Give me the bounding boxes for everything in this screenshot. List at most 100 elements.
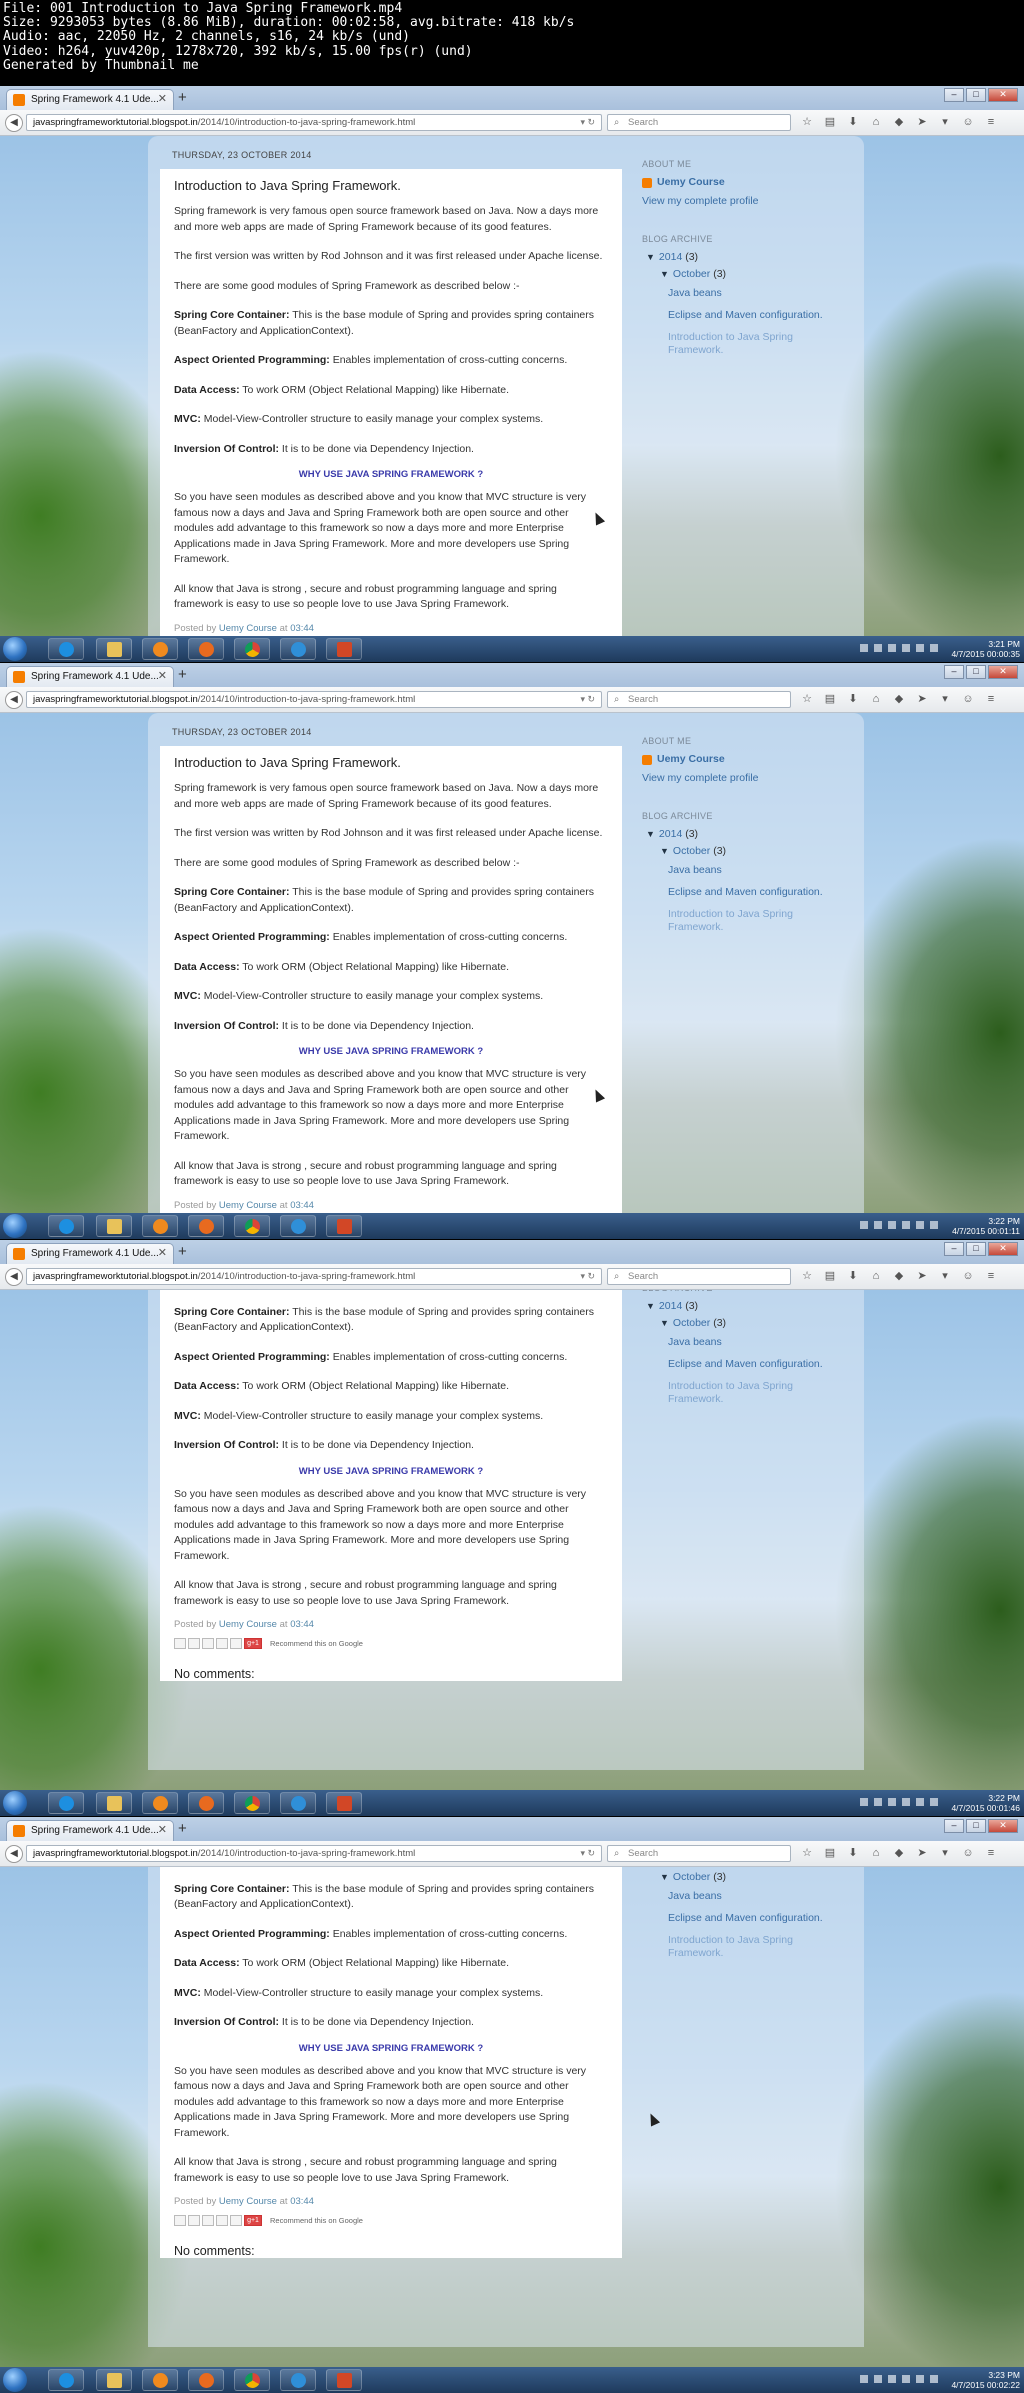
back-button[interactable]: ◀ [5,691,23,709]
view-profile-link[interactable]: View my complete profile [642,195,852,208]
start-button[interactable] [3,1214,27,1238]
expand-triangle-icon[interactable]: ▼ [646,829,655,839]
explorer-taskbar-button[interactable] [96,1792,132,1814]
media-player-taskbar-button[interactable] [142,638,178,660]
powerpoint-taskbar-button[interactable] [326,1792,362,1814]
archive-month[interactable]: ▼ October (3) [660,1317,852,1330]
reload-icon[interactable]: ▾ ↻ [580,1269,595,1284]
expand-triangle-icon[interactable]: ▼ [646,1301,655,1311]
minimize-button[interactable]: – [944,1819,964,1833]
chat-icon[interactable]: ☺ [961,1846,975,1860]
author-link[interactable]: Uemy Course [219,1619,277,1630]
archive-post-link[interactable]: Introduction to Java Spring Framework. [668,331,798,357]
chat-icon[interactable]: ☺ [961,692,975,706]
blog-share-icon[interactable] [188,2215,200,2227]
send-icon[interactable]: ➤ [915,692,929,706]
chrome-taskbar-button[interactable] [234,638,270,660]
pocket-icon[interactable]: ◆ [892,692,906,706]
dropdown-icon[interactable]: ▾ [938,115,952,129]
volume-icon[interactable] [902,1798,910,1806]
reload-icon[interactable]: ▾ ↻ [580,1846,595,1861]
network-icon[interactable] [888,1221,896,1229]
archive-post-link[interactable]: Eclipse and Maven configuration. [668,886,852,899]
menu-icon[interactable]: ≡ [984,1269,998,1283]
speaker-icon[interactable] [930,1221,938,1229]
speaker-icon[interactable] [930,644,938,652]
tray-arrow-icon[interactable] [860,2375,868,2383]
back-button[interactable]: ◀ [5,1268,23,1286]
ie-taskbar-button[interactable] [48,638,84,660]
dropdown-icon[interactable]: ▾ [938,1846,952,1860]
archive-year[interactable]: ▼ 2014 (3) [646,251,852,264]
tray-arrow-icon[interactable] [860,1798,868,1806]
download-icon[interactable]: ⬇ [846,1846,860,1860]
chrome-taskbar-button[interactable] [234,1215,270,1237]
explorer-taskbar-button[interactable] [96,2369,132,2391]
author-link[interactable]: Uemy Course [219,623,277,634]
media-player-taskbar-button[interactable] [142,1792,178,1814]
archive-month[interactable]: ▼ October (3) [660,1871,852,1884]
archive-year[interactable]: ▼ 2014 (3) [646,1300,852,1313]
tray-arrow-icon[interactable] [860,1221,868,1229]
pocket-icon[interactable]: ◆ [892,1269,906,1283]
archive-post-link[interactable]: Eclipse and Maven configuration. [668,309,852,322]
dropdown-icon[interactable]: ▾ [938,1269,952,1283]
archive-post-link[interactable]: Java beans [668,1336,852,1349]
firefox-taskbar-button[interactable] [188,1792,224,1814]
clock[interactable]: 3:23 PM 4/7/2015 00:02:22 [951,2370,1020,2390]
bookmarks-icon[interactable]: ▤ [823,115,837,129]
browser-tab[interactable]: Spring Framework 4.1 Ude... ✕ [6,1820,174,1841]
volume-icon[interactable] [902,644,910,652]
maximize-button[interactable]: □ [966,1242,986,1256]
search-input[interactable]: ⌕ Search [607,1845,791,1862]
expand-triangle-icon[interactable]: ▼ [660,269,669,279]
close-tab-icon[interactable]: ✕ [158,667,167,686]
close-window-button[interactable]: ✕ [988,665,1018,679]
flag-icon[interactable] [874,644,882,652]
back-button[interactable]: ◀ [5,114,23,132]
menu-icon[interactable]: ≡ [984,692,998,706]
pocket-icon[interactable]: ◆ [892,115,906,129]
archive-post-link[interactable]: Java beans [668,1890,852,1903]
menu-icon[interactable]: ≡ [984,115,998,129]
expand-triangle-icon[interactable]: ▼ [660,846,669,856]
flag-icon[interactable] [874,2375,882,2383]
bookmarks-icon[interactable]: ▤ [823,692,837,706]
recorder-taskbar-button[interactable] [280,638,316,660]
close-window-button[interactable]: ✕ [988,88,1018,102]
facebook-share-icon[interactable] [216,1638,228,1650]
explorer-taskbar-button[interactable] [96,638,132,660]
search-input[interactable]: ⌕ Search [607,114,791,131]
maximize-button[interactable]: □ [966,665,986,679]
chat-icon[interactable]: ☺ [961,1269,975,1283]
browser-tab[interactable]: Spring Framework 4.1 Ude... ✕ [6,89,174,110]
download-icon[interactable]: ⬇ [846,692,860,706]
dropdown-icon[interactable]: ▾ [938,692,952,706]
network-icon[interactable] [888,2375,896,2383]
ie-taskbar-button[interactable] [48,2369,84,2391]
archive-post-link[interactable]: Java beans [668,864,852,877]
chat-icon[interactable]: ☺ [961,115,975,129]
expand-triangle-icon[interactable]: ▼ [646,252,655,262]
bookmark-star-icon[interactable]: ☆ [800,1269,814,1283]
bookmark-star-icon[interactable]: ☆ [800,692,814,706]
close-tab-icon[interactable]: ✕ [158,1821,167,1840]
archive-post-link[interactable]: Introduction to Java Spring Framework. [668,1934,798,1960]
gplus-button[interactable]: g+1 [244,1638,262,1650]
archive-month[interactable]: ▼ October (3) [660,845,852,858]
clock[interactable]: 3:21 PM 4/7/2015 00:00:35 [951,639,1020,659]
bookmarks-icon[interactable]: ▤ [823,1269,837,1283]
gplus-button[interactable]: g+1 [244,2215,262,2227]
start-button[interactable] [3,637,27,661]
start-button[interactable] [3,1791,27,1815]
speaker-icon[interactable] [930,1798,938,1806]
reload-icon[interactable]: ▾ ↻ [580,692,595,707]
flag-icon[interactable] [874,1798,882,1806]
expand-triangle-icon[interactable]: ▼ [660,1318,669,1328]
profile-link[interactable]: Uemy Course [642,753,852,766]
chrome-taskbar-button[interactable] [234,1792,270,1814]
send-icon[interactable]: ➤ [915,115,929,129]
archive-post-link[interactable]: Introduction to Java Spring Framework. [668,908,798,934]
volume-icon[interactable] [902,2375,910,2383]
close-tab-icon[interactable]: ✕ [158,90,167,109]
